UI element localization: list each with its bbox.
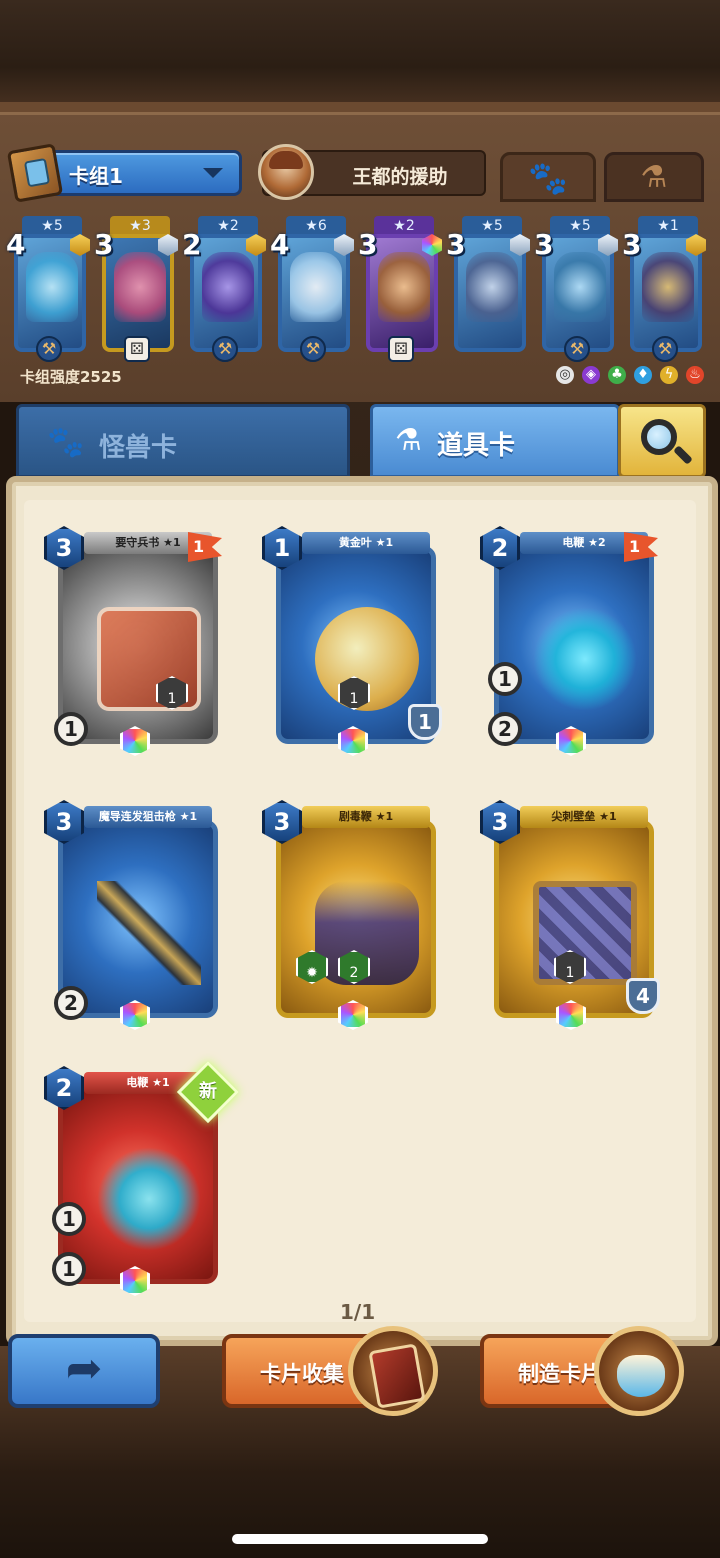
card-stars: ★2	[374, 216, 434, 236]
deck-card[interactable]: ★5 4 ⚒	[6, 214, 90, 362]
nature-element-icon: ♣	[608, 366, 626, 384]
deck-builder-screen: 卡组1 王都的援助 🐾 ⚗ ★5 4 ⚒ ★3 3 ⚄ ★2 2 ⚒ ★6 4 …	[0, 0, 720, 1558]
deck-card[interactable]: ★6 4 ⚒	[270, 214, 354, 362]
card-stars: ★1	[638, 216, 698, 236]
arcane-element-icon: ◈	[582, 366, 600, 384]
tab-potion[interactable]: ⚗	[604, 152, 704, 202]
card-cost: 3	[358, 228, 378, 261]
card-collection-button[interactable]: 卡片收集	[222, 1326, 438, 1416]
card-name: 尖刺壁垒 ★1	[520, 806, 648, 828]
tab-pet[interactable]: 🐾	[500, 152, 596, 202]
card-stars: ★3	[110, 216, 170, 236]
deck-card[interactable]: ★3 3 ⚄	[94, 214, 178, 362]
card-stat: 2	[54, 986, 88, 1020]
home-indicator[interactable]	[232, 1534, 488, 1544]
card-cost: 3	[94, 228, 114, 261]
craft-card-label: 制造卡片	[518, 1362, 602, 1386]
neutral-element-icon: ◎	[556, 366, 574, 384]
deck-power: 卡组强度2525	[20, 368, 122, 386]
chevron-down-icon	[203, 168, 223, 178]
item-card[interactable]: 魔导连发狙击枪 ★1 3 2	[44, 800, 224, 1030]
pickaxe-icon: ⚒	[564, 336, 590, 362]
top-wood-band	[0, 0, 720, 112]
card-stars: ★5	[550, 216, 610, 236]
potion-icon: ⚗	[640, 160, 668, 195]
craft-card-button[interactable]: 制造卡片	[480, 1326, 684, 1416]
fire-element-icon: ♨	[686, 366, 704, 384]
potion-icon: ⚗	[395, 423, 422, 458]
tab-item-label: 道具卡	[437, 431, 516, 461]
card-collection-label: 卡片收集	[260, 1362, 344, 1386]
deck-selector-label: 卡组1	[69, 164, 123, 188]
deck-card[interactable]: ★2 2 ⚒	[182, 214, 266, 362]
deck-card[interactable]: ★2 3 ⚄	[358, 214, 442, 362]
deck-card[interactable]: ★5 3 ⚒	[534, 214, 618, 362]
paw-icon: 🐾	[47, 425, 85, 460]
card-stat: 2	[488, 712, 522, 746]
paw-icon: 🐾	[528, 159, 568, 197]
card-stars: ★5	[462, 216, 522, 236]
card-art	[97, 1147, 201, 1251]
card-stat: 1	[52, 1252, 86, 1286]
card-book-icon	[348, 1326, 438, 1416]
deck-book-icon	[6, 143, 64, 203]
card-art	[533, 607, 637, 711]
back-button[interactable]: ➦	[8, 1334, 160, 1408]
back-arrow-icon: ➦	[65, 1343, 103, 1394]
search-icon	[641, 419, 677, 455]
card-cost: 4	[270, 228, 290, 261]
item-card[interactable]: 黄金叶 ★1 1 1 1	[262, 526, 442, 756]
item-card[interactable]: 尖刺壁垒 ★1 3 1 4	[480, 800, 660, 1030]
pickaxe-icon: ⚒	[652, 336, 678, 362]
card-cost: 3	[622, 228, 642, 261]
card-art	[97, 881, 201, 985]
deck-card[interactable]: ★1 3 ⚒	[622, 214, 706, 362]
item-card[interactable]: 电鞭 ★2 2 1 1 2	[480, 526, 660, 756]
card-stat: 1	[54, 712, 88, 746]
card-stars: ★6	[286, 216, 346, 236]
card-stars: ★2	[198, 216, 258, 236]
lightning-element-icon: ϟ	[660, 366, 678, 384]
craft-potion-icon	[594, 1326, 684, 1416]
water-element-icon: ♦	[634, 366, 652, 384]
hero-name: 王都的援助	[352, 166, 448, 188]
pickaxe-icon: ⚒	[36, 336, 62, 362]
card-cost: 3	[446, 228, 466, 261]
element-icons: ◎ ◈ ♣ ♦ ϟ ♨	[556, 366, 704, 384]
pickaxe-icon: ⚒	[300, 336, 326, 362]
card-stat: 1	[488, 662, 522, 696]
card-cost: 4	[6, 228, 26, 261]
tab-monster-label: 怪兽卡	[99, 433, 178, 463]
card-name: 魔导连发狙击枪 ★1	[84, 806, 212, 828]
search-button[interactable]	[618, 404, 706, 478]
item-card[interactable]: 电鞭 ★1 2 新 1 1	[44, 1060, 240, 1296]
item-card[interactable]: 要守兵书 ★1 3 1 1 1	[44, 526, 224, 756]
card-stars: ★5	[22, 216, 82, 236]
tab-item-cards[interactable]: ⚗ 道具卡	[370, 404, 620, 478]
shield-stat: 4	[626, 978, 660, 1014]
item-card[interactable]: 剧毒鞭 ★1 3 ✹ 2	[262, 800, 442, 1030]
shield-stat: 1	[408, 704, 442, 740]
deck-card-row: ★5 4 ⚒ ★3 3 ⚄ ★2 2 ⚒ ★6 4 ⚒ ★2 3 ⚄ ★5 3 …	[6, 214, 710, 362]
deck-selector[interactable]: 卡组1	[6, 143, 242, 203]
dice-icon: ⚄	[388, 336, 414, 362]
page-indicator: 1/1	[340, 1300, 376, 1324]
card-stat: 1	[52, 1202, 86, 1236]
card-name: 剧毒鞭 ★1	[302, 806, 430, 828]
dice-icon: ⚄	[124, 336, 150, 362]
tab-monster-cards[interactable]: 🐾 怪兽卡	[16, 404, 350, 478]
card-cost: 2	[182, 228, 202, 261]
card-cost: 3	[534, 228, 554, 261]
hero-avatar[interactable]	[258, 144, 314, 200]
card-name: 黄金叶 ★1	[302, 532, 430, 554]
pickaxe-icon: ⚒	[212, 336, 238, 362]
deck-card[interactable]: ★5 3	[446, 214, 530, 358]
